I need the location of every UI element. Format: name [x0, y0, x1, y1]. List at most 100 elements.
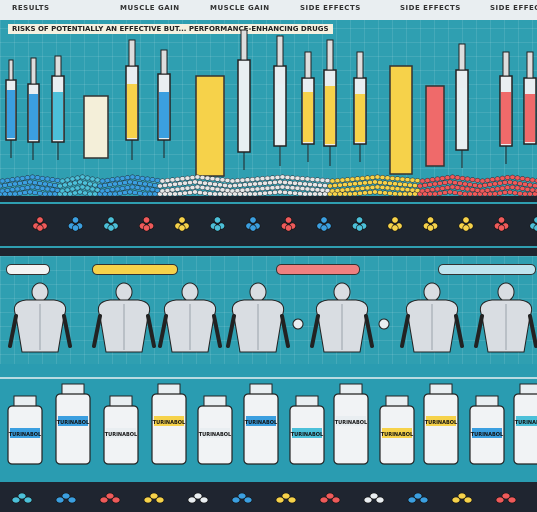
syringe-panel: RESULTS MUSCLE GAIN MUSCLE GAIN SIDE EFF… [0, 0, 537, 196]
pile-pill [214, 186, 221, 192]
pile-pill [277, 189, 283, 195]
cluster-pill [497, 224, 505, 232]
pile-pill [334, 178, 341, 184]
pile-pill [37, 190, 43, 196]
pile-pill [384, 185, 391, 191]
pile-pill [77, 179, 83, 185]
muscle-figure-6 [400, 282, 464, 353]
pile-pill [502, 180, 508, 185]
pile-pill [197, 180, 203, 186]
pile-pill [242, 182, 248, 188]
vial-3: TURINABOL [103, 395, 139, 465]
pile-pill [289, 175, 296, 181]
yellow-bar-2 [389, 65, 413, 175]
pile-pill [297, 181, 303, 187]
pile-pill [24, 175, 31, 181]
pile-pill [267, 180, 273, 186]
pile-pill [292, 180, 298, 186]
pile-pill [497, 190, 503, 196]
pile-pill [424, 177, 431, 183]
muscle-figure-1 [8, 282, 72, 353]
cluster-pill [143, 216, 151, 224]
pile-pill [69, 176, 76, 182]
vial-label: TURINABOL [105, 432, 138, 438]
vial-label: TURINABOL [425, 420, 458, 426]
pile-pill [367, 179, 373, 185]
pile-pill [344, 187, 351, 193]
pile-pill [429, 187, 436, 193]
cluster-pill [462, 224, 470, 232]
pile-pill [137, 190, 143, 196]
pile-pill [32, 180, 38, 186]
pile-pill [404, 187, 411, 193]
pile-pill [72, 190, 78, 196]
pile-pill [392, 181, 398, 187]
pile-pill [484, 177, 491, 183]
pile-pill [47, 182, 53, 188]
pile-pill [0, 178, 6, 184]
pile-pill [497, 180, 503, 186]
pile-pill [314, 177, 321, 183]
pile-pill [109, 177, 116, 183]
pile-pill [239, 177, 246, 183]
pile-pill [382, 180, 388, 186]
pile-pill [447, 179, 453, 185]
pile-pill [512, 190, 518, 196]
vial-label: TURINABOL [199, 432, 232, 438]
pile-pill [519, 186, 526, 192]
muscle-figure-2 [92, 282, 156, 353]
pile-pill [414, 178, 421, 184]
bottom-pill [375, 496, 385, 504]
pile-pill [122, 180, 128, 186]
pile-pill [244, 187, 251, 193]
divider-bottom [0, 246, 537, 248]
pile-pill [369, 174, 376, 180]
pile-pill [404, 177, 411, 183]
bottom-pill [243, 496, 253, 504]
cluster-pill [391, 216, 399, 224]
pile-pill [137, 180, 143, 186]
pile-pill [89, 186, 96, 192]
syringe-13-icon [523, 51, 537, 145]
muscle-figure-5 [310, 282, 374, 353]
bottom-pill [419, 496, 429, 504]
pile-pill [237, 182, 243, 188]
pile-pill [407, 182, 413, 188]
pile-pill [354, 176, 361, 182]
pile-pill [162, 182, 168, 188]
pile-pill [459, 175, 466, 181]
pile-pill [419, 178, 426, 184]
pile-pill [192, 189, 198, 195]
pile-pill [442, 190, 448, 196]
pile-pill [447, 189, 453, 195]
pile-pill [364, 185, 371, 191]
pile-pill [487, 182, 493, 188]
pile-pill [147, 182, 153, 188]
pile-pill [54, 177, 61, 183]
pile-pill [149, 187, 156, 193]
pile-pill [124, 175, 131, 181]
pile-pill [89, 176, 96, 182]
pile-pill [307, 181, 313, 187]
pile-pill [444, 175, 451, 181]
pile-pill [129, 174, 136, 180]
pile-pill [87, 181, 93, 187]
syringe-11-icon [455, 43, 469, 168]
pile-pill [514, 185, 521, 191]
pile-pill [74, 175, 81, 181]
pile-pill [94, 187, 101, 193]
pile-pill [514, 175, 521, 181]
pile-pill [284, 174, 291, 180]
syringe-12-icon [499, 51, 513, 164]
pile-pill [17, 190, 23, 196]
pile-pill [174, 186, 181, 192]
pile-pill [22, 190, 28, 196]
bottom-pill [463, 496, 473, 504]
pile-pill [357, 190, 363, 196]
pile-pill [134, 185, 141, 191]
pile-pill [272, 179, 278, 185]
pile-pill [299, 186, 306, 192]
pile-pill [62, 182, 68, 188]
pile-pill [474, 177, 481, 183]
bottom-pill [287, 496, 297, 504]
